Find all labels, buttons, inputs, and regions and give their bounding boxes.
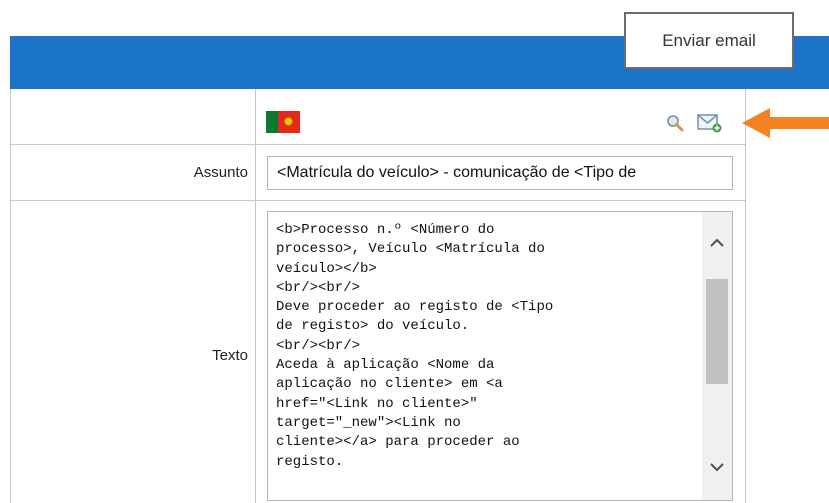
envelope-icon[interactable] xyxy=(697,112,723,134)
scroll-up-button[interactable] xyxy=(702,228,732,258)
body-text[interactable]: <b>Processo n.º <Número do processo>, Ve… xyxy=(276,221,696,472)
text-label: Texto xyxy=(212,347,248,364)
portugal-flag-icon[interactable] xyxy=(266,111,300,133)
body-textarea[interactable]: <b>Processo n.º <Número do processo>, Ve… xyxy=(267,211,733,501)
column-divider xyxy=(255,89,256,503)
textarea-scrollbar[interactable] xyxy=(702,212,732,500)
table-left-border xyxy=(10,89,11,503)
chevron-down-icon xyxy=(710,463,724,472)
row-divider xyxy=(10,144,746,145)
scrollbar-thumb[interactable] xyxy=(706,279,728,384)
table-right-border xyxy=(745,89,746,503)
subject-label: Assunto xyxy=(193,164,248,181)
subject-input[interactable]: <Matrícula do veículo> - comunicação de … xyxy=(267,156,733,190)
send-email-tooltip: Enviar email xyxy=(624,12,794,69)
orange-arrow-icon xyxy=(742,108,829,138)
chevron-up-icon xyxy=(710,238,724,247)
row-divider xyxy=(10,200,746,201)
scroll-down-button[interactable] xyxy=(702,452,732,482)
magnifier-icon[interactable] xyxy=(665,113,685,133)
